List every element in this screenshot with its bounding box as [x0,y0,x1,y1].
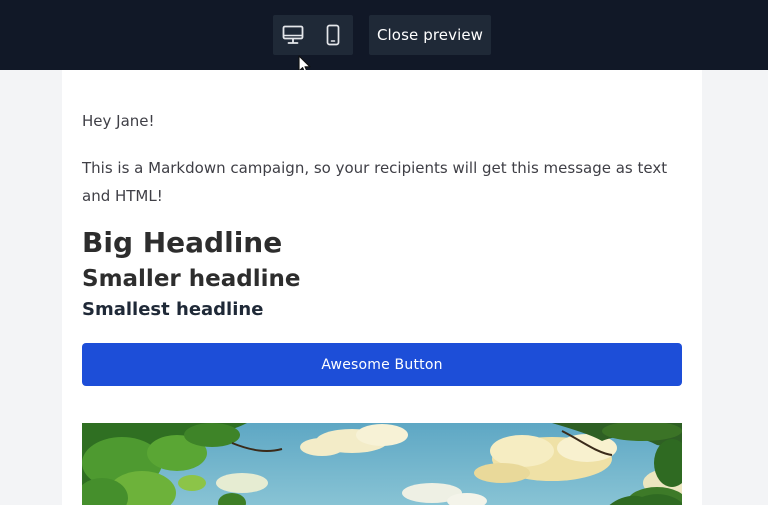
landscape-image [82,423,682,505]
greeting-text: Hey Jane! [82,112,155,130]
smartphone-icon [326,24,340,46]
big-headline: Big Headline [82,226,283,259]
smaller-headline: Smaller headline [82,266,301,292]
hero-image [82,423,682,505]
awesome-button[interactable]: Awesome Button [82,343,682,386]
mobile-view-button[interactable] [313,15,353,55]
intro-paragraph: This is a Markdown campaign, so your rec… [82,159,668,205]
email-preview: Hey Jane! This is a Markdown campaign, s… [62,70,702,505]
close-preview-button[interactable]: Close preview [369,15,491,55]
device-toggle-group [273,15,353,55]
desktop-view-button[interactable] [273,15,313,55]
monitor-icon [282,25,304,44]
preview-toolbar: Close preview [0,0,768,70]
smallest-headline: Smallest headline [82,299,264,320]
